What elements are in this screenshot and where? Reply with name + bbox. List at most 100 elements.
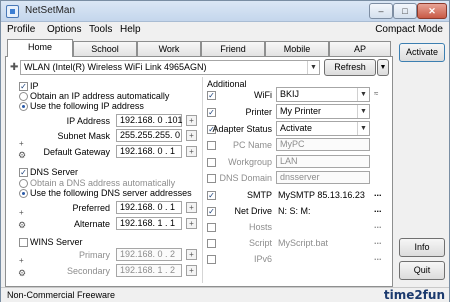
gateway-expand-icon[interactable]: + — [186, 146, 197, 157]
ip-auto-radio[interactable] — [19, 92, 28, 101]
tab-mobile[interactable]: Mobile — [265, 41, 329, 56]
adapter-status-select[interactable]: Activate ▼ — [276, 121, 370, 136]
dns-manual-radio[interactable] — [19, 189, 28, 198]
gear-icon[interactable]: ⚙ — [18, 150, 26, 161]
wifi-select[interactable]: BKIJ ▼ — [276, 87, 370, 102]
adapter-value: WLAN (Intel(R) Wireless WiFi Link 4965AG… — [24, 62, 207, 72]
tab-school[interactable]: School — [73, 41, 137, 56]
menu-tools[interactable]: Tools — [89, 24, 112, 35]
net-drive-more-button[interactable]: ... — [374, 204, 382, 214]
column-divider — [202, 77, 203, 283]
adapter-select[interactable]: WLAN (Intel(R) Wireless WiFi Link 4965AG… — [20, 60, 320, 75]
dns-manual-label: Use the following DNS server addresses — [30, 188, 192, 198]
maximize-button[interactable]: □ — [393, 3, 417, 19]
adapter-status-value: Activate — [280, 123, 313, 133]
additional-section-label: Additional — [207, 79, 247, 89]
dns-auto-radio[interactable] — [19, 179, 28, 188]
refresh-menu-button[interactable]: ▼ — [377, 59, 389, 76]
add-dns-icon[interactable]: + — [19, 208, 24, 217]
compact-mode-link[interactable]: Compact Mode — [375, 24, 443, 35]
dns-domain-label: DNS Domain — [219, 173, 272, 183]
chevron-down-icon: ▼ — [357, 88, 369, 101]
action-column: Activate Info Quit — [397, 39, 447, 287]
ipv6-checkbox[interactable] — [207, 255, 216, 264]
dns-alternate-label: Alternate — [73, 219, 110, 229]
add-wins-icon[interactable]: + — [19, 256, 24, 265]
script-label: Script — [248, 238, 272, 248]
smtp-label: SMTP — [246, 190, 272, 200]
wins-primary-expand-icon[interactable]: + — [186, 249, 197, 260]
ipv6-more-button[interactable]: ... — [374, 252, 382, 262]
add-icon[interactable]: ✚ — [10, 62, 18, 73]
refresh-button[interactable]: Refresh — [324, 59, 376, 76]
ipv6-label: IPv6 — [253, 254, 272, 264]
dns-alternate-field[interactable]: 192.168. 1 . 1 — [116, 217, 182, 230]
dns-domain-field[interactable]: dnsserver — [276, 171, 370, 184]
printer-label: Printer — [245, 107, 272, 117]
workgroup-field[interactable]: LAN — [276, 155, 370, 168]
wins-secondary-field[interactable]: 192.168. 1 . 2 — [116, 264, 182, 277]
ip-address-field[interactable]: 192.168. 0 .101 — [116, 114, 183, 127]
pc-name-field[interactable]: MyPC — [276, 138, 370, 151]
tab-friend[interactable]: Friend — [201, 41, 265, 56]
ip-address-label: IP Address — [66, 116, 110, 126]
hosts-checkbox[interactable] — [207, 223, 216, 232]
wins-checkbox[interactable] — [19, 238, 28, 247]
menu-options[interactable]: Options — [47, 24, 81, 35]
wins-section-label: WINS Server — [30, 237, 83, 247]
dns-checkbox[interactable]: ✓ — [19, 168, 28, 177]
chevron-down-icon: ▼ — [357, 122, 369, 135]
subnet-mask-expand-icon[interactable]: + — [186, 130, 197, 141]
subnet-mask-field[interactable]: 255.255.255. 0 — [116, 129, 182, 142]
wifi-checkbox[interactable]: ✓ — [207, 91, 216, 100]
minimize-button[interactable]: – — [369, 3, 393, 19]
menu-help[interactable]: Help — [120, 24, 141, 35]
wins-primary-field[interactable]: 192.168. 0 . 2 — [116, 248, 182, 261]
info-button[interactable]: Info — [399, 238, 445, 257]
workgroup-label: Workgroup — [228, 157, 272, 167]
pc-name-checkbox[interactable] — [207, 141, 216, 150]
menu-bar: Profile Options Tools Help Compact Mode — [1, 22, 449, 38]
ip-manual-label: Use the following IP address — [30, 101, 144, 111]
ip-manual-radio[interactable] — [19, 102, 28, 111]
tab-work[interactable]: Work — [137, 41, 201, 56]
ip-address-expand-icon[interactable]: + — [186, 115, 197, 126]
activate-button[interactable]: Activate — [399, 43, 445, 62]
ip-checkbox[interactable]: ✓ — [19, 82, 28, 91]
wifi-value: BKIJ — [280, 89, 300, 99]
dns-alternate-expand-icon[interactable]: + — [186, 218, 197, 229]
gateway-label: Default Gateway — [43, 147, 110, 157]
wins-gear-icon[interactable]: ⚙ — [18, 268, 26, 279]
menu-profile[interactable]: Profile — [7, 24, 35, 35]
dns-preferred-field[interactable]: 192.168. 0 . 1 — [116, 201, 182, 214]
quit-button[interactable]: Quit — [399, 261, 445, 280]
script-checkbox[interactable] — [207, 239, 216, 248]
hosts-label: Hosts — [248, 222, 272, 232]
gateway-field[interactable]: 192.168. 0 . 1 — [116, 145, 182, 158]
script-more-button[interactable]: ... — [374, 236, 382, 246]
status-bar: Non-Commercial Freeware time2fun — [1, 287, 449, 302]
workgroup-checkbox[interactable] — [207, 158, 216, 167]
smtp-more-button[interactable]: ... — [374, 188, 382, 198]
dns-preferred-expand-icon[interactable]: + — [186, 202, 197, 213]
dns-domain-checkbox[interactable] — [207, 174, 216, 183]
dns-gear-icon[interactable]: ⚙ — [18, 220, 26, 231]
close-button[interactable]: ✕ — [417, 3, 447, 19]
tab-home[interactable]: Home — [7, 39, 73, 57]
chevron-down-icon: ▼ — [307, 61, 319, 74]
printer-checkbox[interactable]: ✓ — [207, 108, 216, 117]
net-drive-value: N: S: M: — [278, 206, 311, 216]
dns-preferred-label: Preferred — [72, 203, 110, 213]
wins-primary-label: Primary — [79, 250, 110, 260]
net-drive-label: Net Drive — [234, 206, 272, 216]
ip-auto-label: Obtain an IP address automatically — [30, 91, 170, 101]
smtp-checkbox[interactable]: ✓ — [207, 191, 216, 200]
profile-tabs: Home School Work Friend Mobile AP — [5, 39, 393, 57]
add-gateway-icon[interactable]: + — [19, 139, 24, 148]
wins-secondary-expand-icon[interactable]: + — [186, 265, 197, 276]
printer-select[interactable]: My Printer ▼ — [276, 104, 370, 119]
tab-ap[interactable]: AP — [329, 41, 391, 56]
hosts-more-button[interactable]: ... — [374, 220, 382, 230]
title-bar: NetSetMan – □ ✕ — [1, 1, 449, 22]
net-drive-checkbox[interactable]: ✓ — [207, 207, 216, 216]
